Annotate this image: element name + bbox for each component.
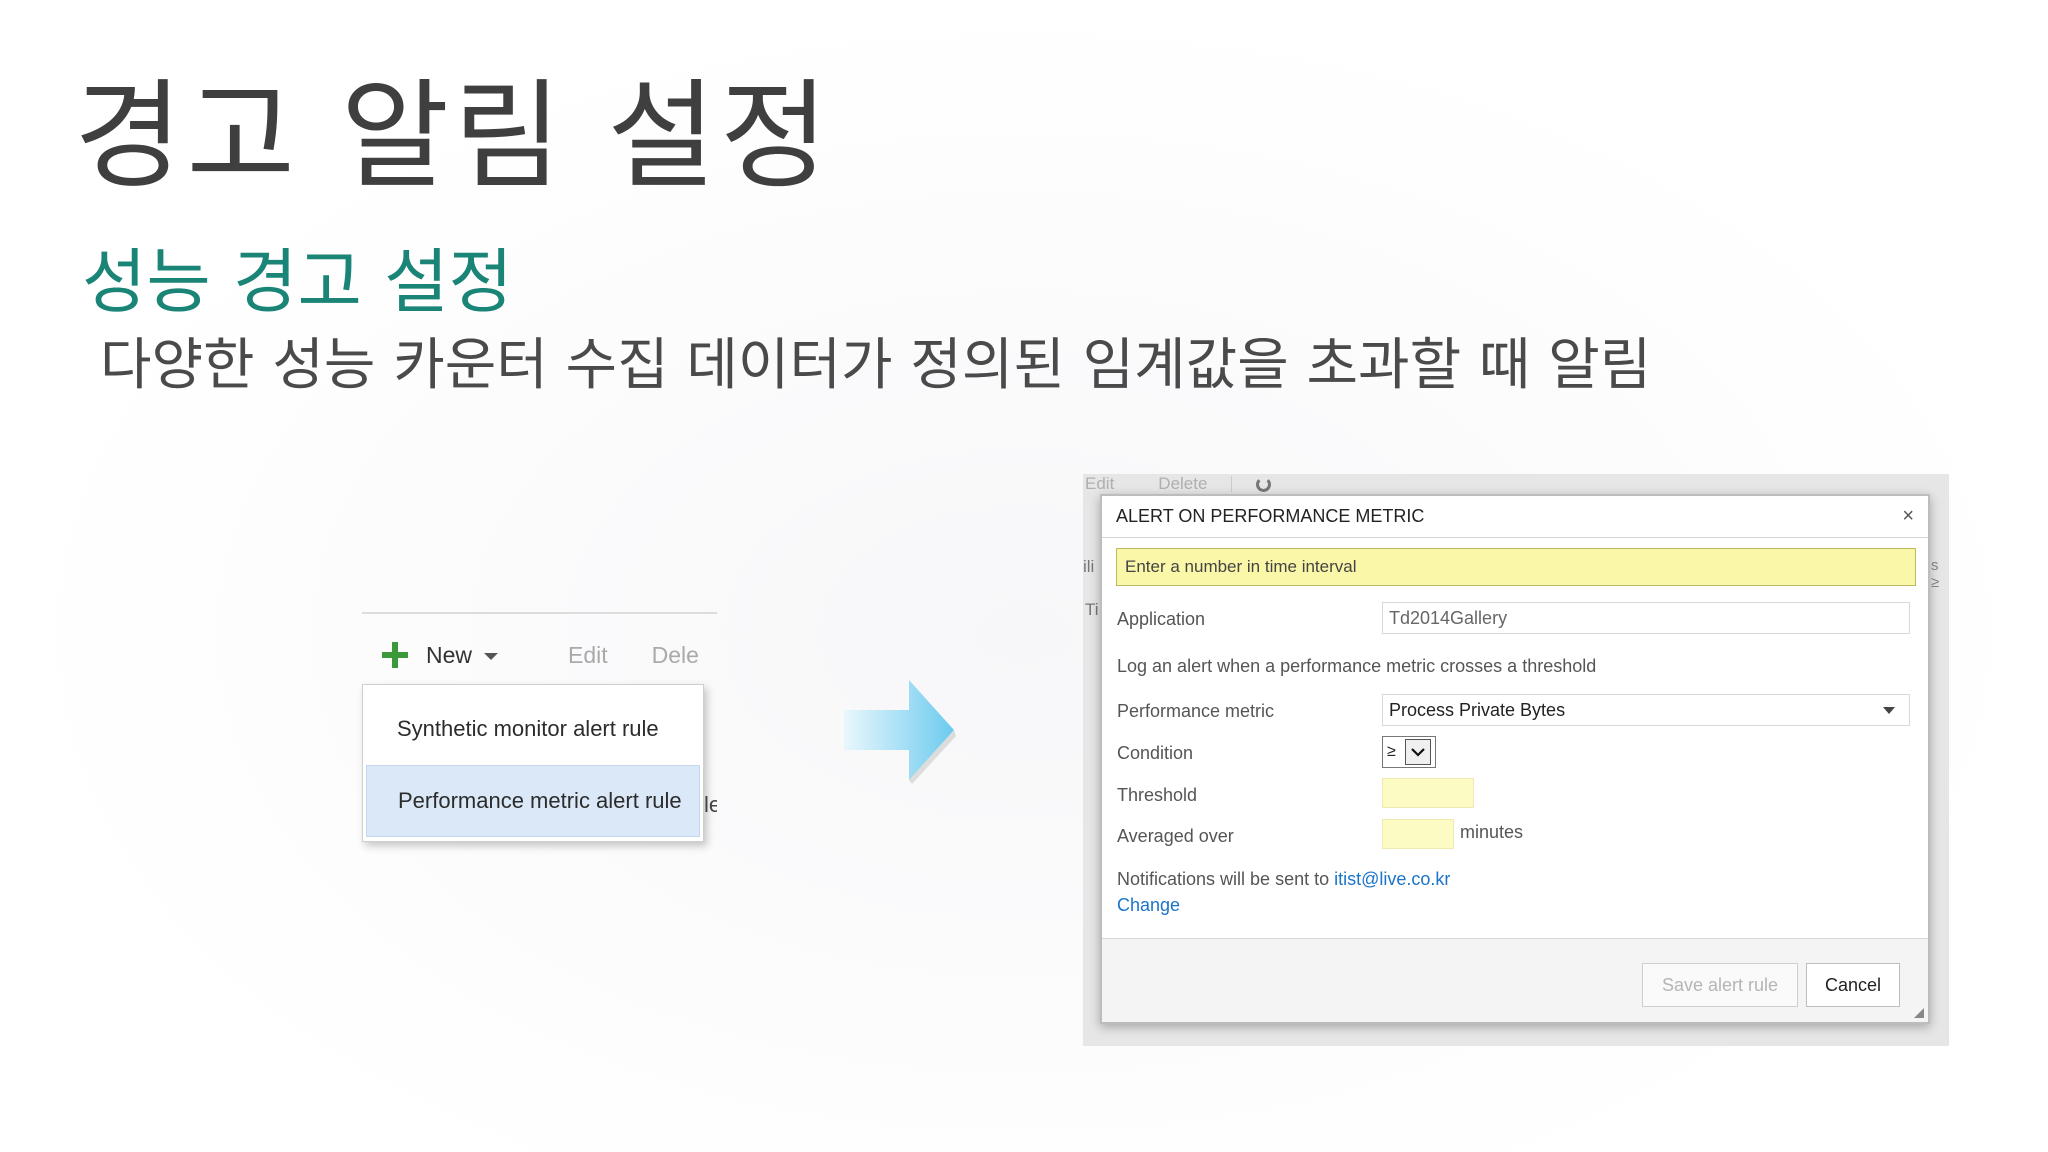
background-text-fragment: Ti xyxy=(1085,600,1099,619)
notification-email-link[interactable]: itist@live.co.kr xyxy=(1334,869,1450,889)
change-link[interactable]: Change xyxy=(1117,895,1180,916)
minutes-unit-label: minutes xyxy=(1460,822,1524,842)
new-button[interactable]: New xyxy=(426,642,472,669)
refresh-icon xyxy=(1256,476,1272,492)
performance-metric-value: Process Private Bytes xyxy=(1389,699,1566,720)
close-icon[interactable]: × xyxy=(1902,505,1914,528)
condition-select[interactable]: ≥ xyxy=(1382,736,1436,768)
new-menu-panel: New Edit Delete Synthetic monitor alert … xyxy=(362,612,717,844)
resize-handle-icon[interactable] xyxy=(1914,1008,1924,1018)
delete-button[interactable]: Delete xyxy=(652,642,698,669)
slide-title: 경고 알림 설정 xyxy=(74,67,833,205)
menu-item-synthetic-monitor-alert-rule[interactable]: Synthetic monitor alert rule xyxy=(366,693,700,765)
divider xyxy=(1231,476,1233,492)
alert-dialog-screenshot: Edit Delete ili Ti s ≥ ALERT ON PERFORMA… xyxy=(1083,474,1949,1046)
dialog-body: Enter a number in time interval Applicat… xyxy=(1102,539,1928,937)
slide-body-text: 다양한 성능 카운터 수집 데이터가 정의된 임계값을 초과할 때 알림 xyxy=(100,333,1652,398)
background-text-fragment: ili xyxy=(1083,557,1095,576)
threshold-input[interactable] xyxy=(1382,778,1474,808)
notification-prefix: Notifications will be sent to xyxy=(1117,869,1330,889)
divider xyxy=(362,612,717,614)
menu-toolbar: New Edit Delete xyxy=(362,634,717,676)
dialog-title: ALERT ON PERFORMANCE METRIC xyxy=(1116,506,1425,526)
background-text-fragment: s ≥ xyxy=(1931,557,1940,591)
dialog-header: ALERT ON PERFORMANCE METRIC × xyxy=(1102,496,1928,538)
averaged-over-label: Averaged over xyxy=(1117,826,1234,846)
alert-on-performance-metric-dialog: ALERT ON PERFORMANCE METRIC × Enter a nu… xyxy=(1100,494,1930,1024)
condition-value: ≥ xyxy=(1387,743,1396,760)
performance-metric-label: Performance metric xyxy=(1117,701,1275,721)
edit-button[interactable]: Edit xyxy=(568,642,608,669)
chevron-down-icon[interactable] xyxy=(1405,739,1431,765)
chevron-down-icon[interactable] xyxy=(484,652,499,660)
chevron-down-icon[interactable] xyxy=(1883,707,1895,714)
notification-text: Notifications will be sent to itist@live… xyxy=(1117,869,1450,890)
right-arrow-icon xyxy=(844,680,956,784)
application-field[interactable]: Td2014Gallery xyxy=(1382,602,1910,634)
dialog-description: Log an alert when a performance metric c… xyxy=(1117,656,1597,676)
validation-warning: Enter a number in time interval xyxy=(1116,548,1916,586)
performance-metric-select[interactable]: Process Private Bytes xyxy=(1382,694,1910,726)
dialog-footer: Save alert rule Cancel xyxy=(1102,938,1928,1022)
plus-icon[interactable] xyxy=(382,642,408,668)
background-edit-button: Edit xyxy=(1085,474,1115,493)
slide-subtitle: 성능 경고 설정 xyxy=(82,241,513,323)
background-toolbar: Edit Delete xyxy=(1085,474,1272,494)
application-label: Application xyxy=(1117,609,1206,629)
cancel-button[interactable]: Cancel xyxy=(1806,963,1900,1007)
save-alert-rule-button[interactable]: Save alert rule xyxy=(1642,963,1798,1007)
menu-item-performance-metric-alert-rule[interactable]: Performance metric alert rule xyxy=(366,765,700,837)
condition-label: Condition xyxy=(1117,743,1194,763)
threshold-label: Threshold xyxy=(1117,785,1198,805)
background-delete-button: Delete xyxy=(1158,474,1208,493)
background-text-fragment: le xyxy=(704,792,717,817)
new-dropdown-menu: Synthetic monitor alert rule Performance… xyxy=(362,684,704,842)
averaged-over-input[interactable] xyxy=(1382,819,1454,849)
